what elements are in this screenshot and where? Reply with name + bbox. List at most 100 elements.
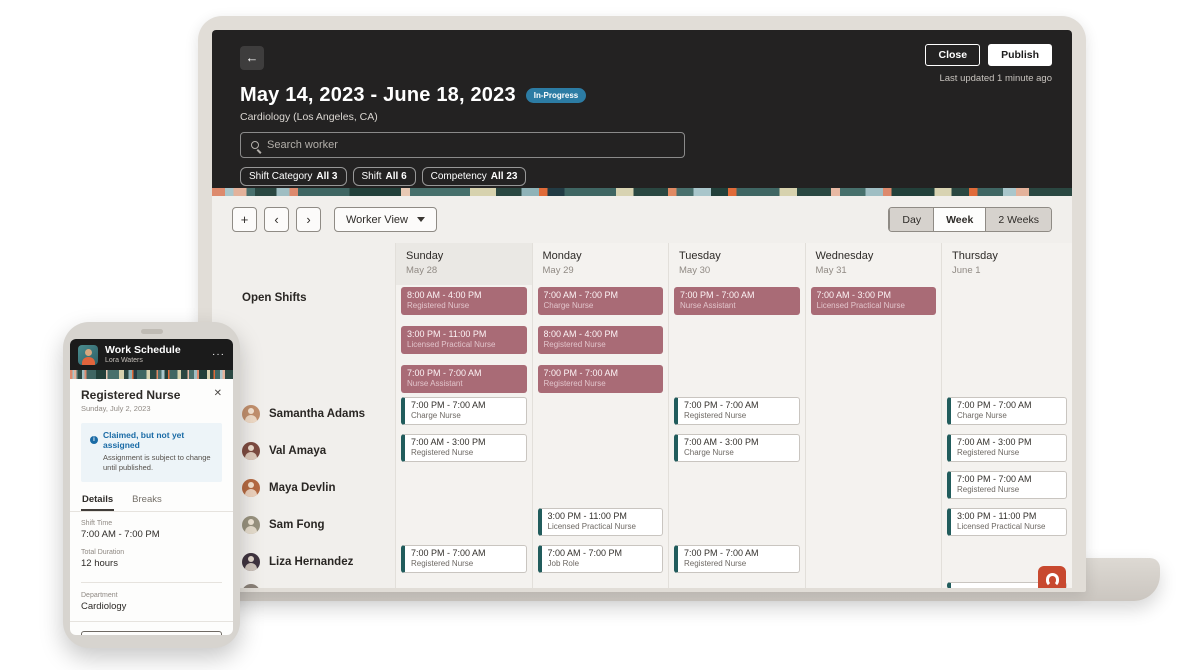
filter-chip-value: All 6 [386,171,407,182]
shift-role: Charge Nurse [411,411,520,421]
assigned-shift-card[interactable]: 7:00 AM - 3:00 PM Registered Nurse [947,434,1067,462]
assigned-shift-card[interactable]: 7:00 PM - 7:00 AM Registered Nurse [947,471,1067,499]
worker-shift-cell: 7:00 PM - 7:00 AM Registered Nurse [396,543,532,580]
assigned-shift-card[interactable]: 3:00 PM - 11:00 PM Licensed Practical Nu… [538,508,664,536]
shift-time: 7:00 PM - 7:00 AM [544,368,658,379]
phone-mockup: Work Schedule Lora Waters ··· Registered… [63,322,240,648]
day-date: May 29 [543,265,669,276]
assigned-shift-card[interactable]: 7:00 PM - 7:00 AM Registered Nurse [674,397,800,425]
shift-role: Registered Nurse [957,485,1060,495]
assigned-shift-card[interactable]: 7:00 PM - 7:00 AM Charge Nurse [947,397,1067,425]
day-name: Wednesday [816,250,942,262]
open-shift-card[interactable]: 7:00 AM - 7:00 PM Charge Nurse [538,287,664,315]
filter-chip[interactable]: Shift All 6 [353,167,416,186]
claim-status-box: i Claimed, but not yet assigned Assignme… [81,423,222,482]
search-box[interactable] [240,132,685,158]
chat-widget-button[interactable] [1038,566,1066,588]
filter-chip[interactable]: Shift Category All 3 [240,167,347,186]
shift-time: 7:00 PM - 7:00 AM [957,474,1060,485]
shift-role: Registered Nurse [544,340,658,350]
worker-shift-cell [806,432,942,469]
worker-shift-cell [533,469,669,506]
decorative-banner [212,188,1072,196]
worker-shift-cell: 3:00 PM - 11:00 PM Licensed Practical Nu… [533,506,669,543]
view-mode-button[interactable]: 2 Weeks [985,208,1051,231]
day-column: Tuesday May 30 7:00 PM - 7:00 AM Nurse A… [668,243,805,588]
shift-fields: Shift Time 7:00 AM - 7:00 PM Total Durat… [81,512,222,612]
day-header: Tuesday May 30 [669,243,805,285]
open-shift-card[interactable]: 7:00 PM - 7:00 AM Registered Nurse [538,365,664,393]
shift-role: Charge Nurse [544,301,658,311]
phone-screen: Work Schedule Lora Waters ··· Registered… [70,339,233,635]
field-label: Department [81,592,222,599]
day-header: Sunday May 28 [396,243,532,285]
view-mode-button[interactable]: Day [889,208,933,231]
shift-time: 7:00 PM - 7:00 AM [411,548,520,559]
page: ← Close Publish Last updated 1 minute ag… [0,0,1187,670]
names-spacer [212,243,395,285]
shift-role: Job Role [548,559,657,569]
open-shift-card[interactable]: 8:00 AM - 4:00 PM Registered Nurse [538,326,664,354]
field-value: Cardiology [81,601,222,612]
day-date: May 28 [406,265,532,276]
search-input[interactable] [267,139,674,151]
withdraw-button[interactable]: Withdraw [81,631,222,635]
shift-role: Licensed Practical Nurse [407,340,521,350]
assigned-shift-card[interactable]: 7:00 PM - 7:00 AM Registered Nurse [674,545,800,573]
worker-name: Liza Hernandez [269,556,353,568]
worker-shift-cell [669,506,805,543]
shift-date: Sunday, July 2, 2023 [81,404,222,413]
day-name: Monday [543,250,669,262]
worker-shift-cell: 7:00 AM - 3:00 PM Charge Nurse [669,432,805,469]
day-name: Tuesday [679,250,805,262]
status-badge: In-Progress [526,88,586,103]
partial-worker-avatar [242,584,260,588]
open-shift-card[interactable]: 8:00 AM - 4:00 PM Registered Nurse [401,287,527,315]
filter-chip-label: Competency [431,171,487,182]
view-mode-button[interactable]: Week [933,208,985,231]
shift-role: Registered Nurse [957,448,1060,458]
day-header: Wednesday May 31 [806,243,942,285]
open-shift-card[interactable]: 3:00 PM - 11:00 PM Licensed Practical Nu… [401,326,527,354]
day-column: Monday May 29 7:00 AM - 7:00 PM Charge N… [532,243,669,588]
assigned-shift-card[interactable]: 7:00 PM - 7:00 AM Registered Nurse [401,545,527,573]
shift-role: Registered Nurse [684,559,793,569]
prev-button[interactable]: ‹ [264,207,289,232]
publish-button[interactable]: Publish [988,44,1052,66]
view-selector-dropdown[interactable]: Worker View [334,207,437,232]
back-button[interactable]: ← [240,46,264,70]
worker-shift-cell [533,432,669,469]
assigned-shift-card[interactable]: 7:00 PM - 7:00 AM Charge Nurse [401,397,527,425]
open-shift-card[interactable]: 7:00 AM - 3:00 PM Licensed Practical Nur… [811,287,937,315]
assigned-shift-card[interactable]: 3:00 PM - 11:00 PM Licensed Practical Nu… [947,508,1067,536]
shift-time: 7:00 AM - 3:00 PM [957,437,1060,448]
claim-status-title: Claimed, but not yet assigned [103,430,213,450]
open-shift-card[interactable]: 7:00 PM - 7:00 AM Nurse Assistant [401,365,527,393]
schedule-title: May 14, 2023 - June 18, 2023 [240,84,516,107]
shift-time: 3:00 PM - 11:00 PM [548,511,657,522]
filter-chip[interactable]: Competency All 23 [422,167,527,186]
next-button[interactable]: › [296,207,321,232]
worker-shift-cell: 7:00 PM - 7:00 AM Charge Nurse [396,395,532,432]
assigned-shift-card[interactable]: 7:00 AM - 3:00 PM Registered Nurse [401,434,527,462]
open-shift-card[interactable]: 7:00 PM - 7:00 AM Nurse Assistant [674,287,800,315]
assigned-shift-card[interactable]: 7:00 AM - 3:00 PM Charge Nurse [674,434,800,462]
user-avatar [78,345,98,365]
close-button[interactable]: Close [925,44,980,66]
worker-shift-cell: 7:00 PM - 7:00 AM Charge Nurse [942,395,1072,432]
filter-chip-label: Shift Category [249,171,312,182]
close-icon[interactable]: ✕ [214,388,222,399]
shift-time: 3:00 PM - 11:00 PM [957,511,1060,522]
day-header: Monday May 29 [533,243,669,285]
shift-role: Registered Nurse [544,379,658,389]
worker-shift-cell [806,543,942,580]
worker-name: Val Amaya [269,445,326,457]
day-column: Thursday June 1 [941,243,1072,588]
assigned-shift-card[interactable]: 7:00 AM - 7:00 PM Job Role [538,545,664,573]
phone-user-name: Lora Waters [105,356,205,365]
field-value: 12 hours [81,558,222,569]
phone-tab[interactable]: Breaks [131,494,163,511]
add-shift-button[interactable]: + [232,207,257,232]
overflow-menu-icon[interactable]: ··· [212,349,225,360]
phone-tab[interactable]: Details [81,494,114,511]
